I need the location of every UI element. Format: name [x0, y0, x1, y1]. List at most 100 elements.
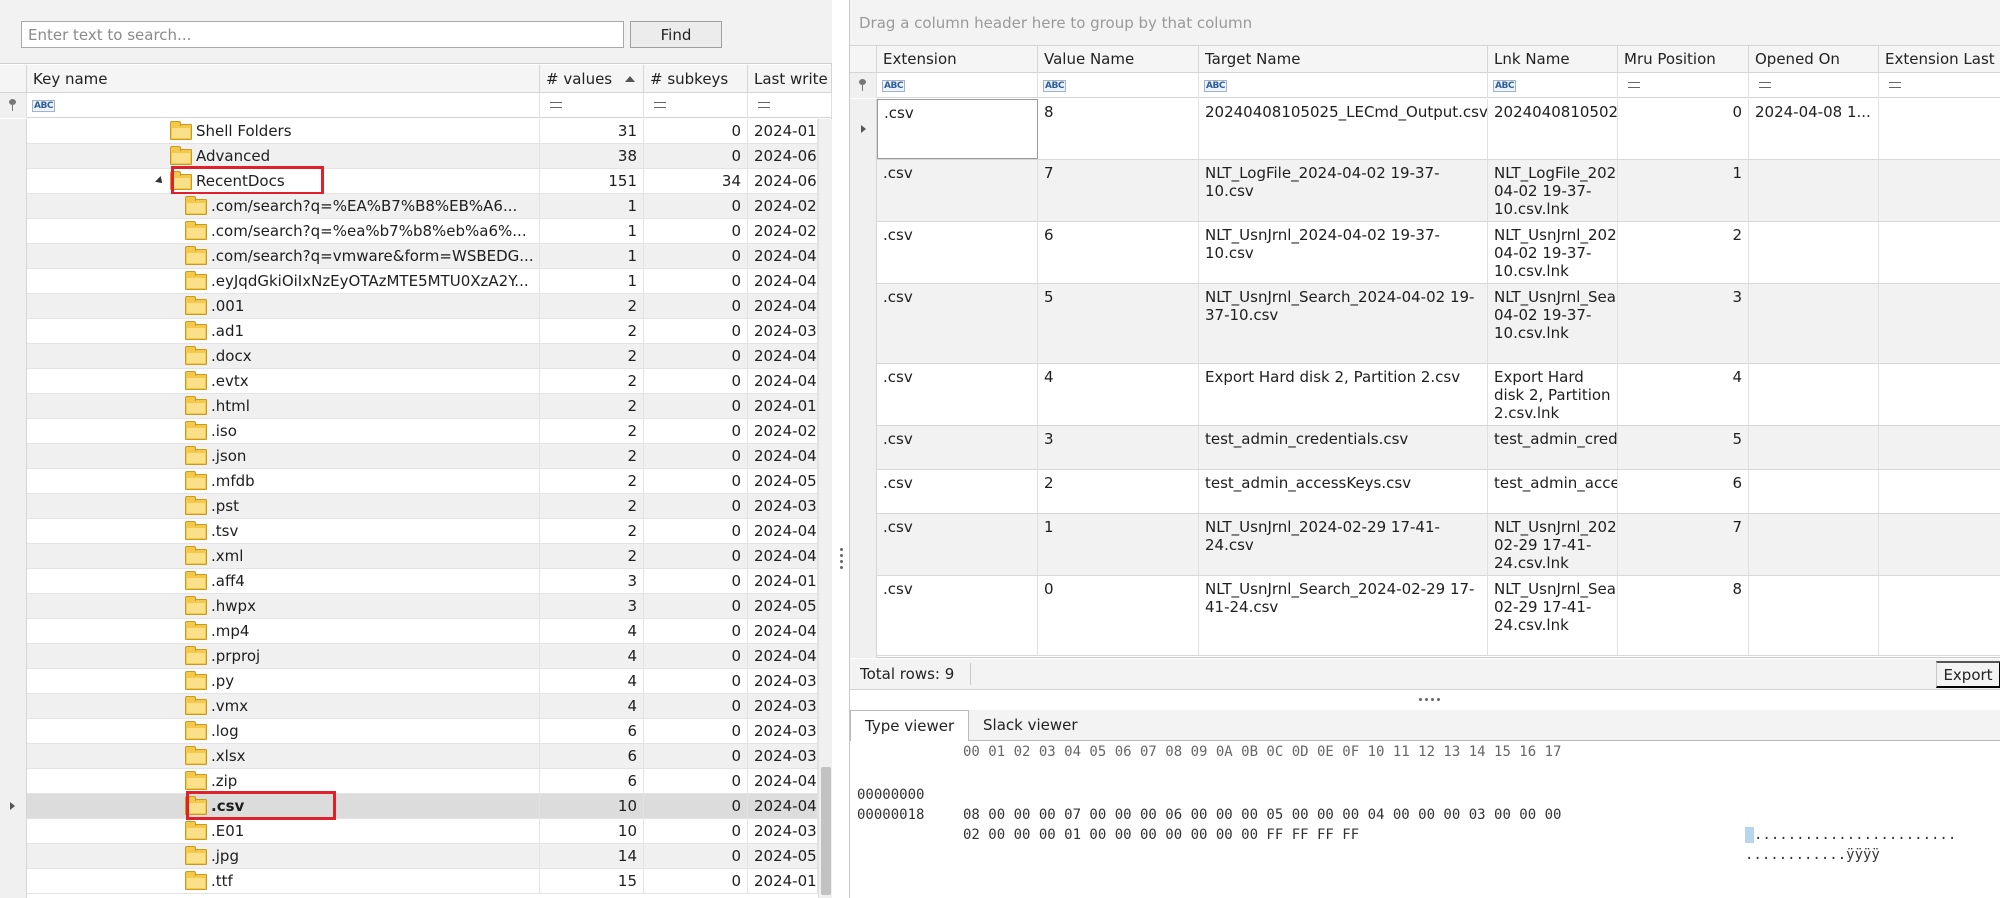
- tree-row[interactable]: RecentDocs 151 34 2024-06: [27, 166, 818, 195]
- group-by-panel[interactable]: Drag a column header here to group by th…: [850, 0, 2000, 46]
- extension-last-opened-cell[interactable]: [1879, 576, 2000, 655]
- key-name-cell[interactable]: .com/search?q=%EA%B7%B8%EB%A6...: [27, 194, 540, 218]
- header-extension-last-opened[interactable]: Extension Last ...: [1879, 46, 2000, 73]
- extension-cell[interactable]: .csv: [877, 99, 1038, 159]
- lnk-name-cell[interactable]: test_admin_accessKeys.csv.lnk: [1488, 470, 1618, 513]
- tree-row[interactable]: .iso 2 0 2024-02: [27, 419, 818, 444]
- tree-row[interactable]: .aff4 3 0 2024-01: [27, 569, 818, 594]
- filter-key-name[interactable]: ABC: [27, 93, 540, 118]
- target-name-cell[interactable]: NLT_UsnJrnl_Search_2024-02-29 17-41-24.c…: [1199, 576, 1488, 655]
- tree-row[interactable]: Advanced 38 0 2024-06: [27, 144, 818, 169]
- extension-last-opened-cell[interactable]: [1879, 470, 2000, 513]
- target-name-cell[interactable]: NLT_LogFile_2024-04-02 19-37-10.csv: [1199, 160, 1488, 221]
- header-mru-position[interactable]: Mru Position: [1618, 46, 1749, 73]
- tree-row[interactable]: .xlsx 6 0 2024-03: [27, 744, 818, 769]
- header-extension[interactable]: Extension: [877, 46, 1038, 73]
- key-name-cell[interactable]: .xml: [27, 544, 540, 568]
- key-name-cell[interactable]: .log: [27, 719, 540, 743]
- filter-target-name[interactable]: ABC: [1199, 73, 1488, 98]
- tree-row[interactable]: .ttf 15 0 2024-01: [27, 869, 818, 894]
- filter-opened-on[interactable]: [1749, 73, 1879, 98]
- hex-ascii[interactable]: ............ÿÿÿÿ: [1745, 845, 1880, 865]
- tree-row[interactable]: .E01 10 0 2024-03: [27, 819, 818, 844]
- filter-subkeys[interactable]: [644, 93, 748, 118]
- extension-cell[interactable]: .csv: [877, 284, 1038, 363]
- grid-row[interactable]: .csv 5 NLT_UsnJrnl_Search_2024-04-02 19-37…: [877, 284, 2000, 364]
- extension-last-opened-cell[interactable]: [1879, 364, 2000, 425]
- header-last-write[interactable]: Last write t: [748, 65, 832, 93]
- extension-last-opened-cell[interactable]: [1879, 514, 2000, 575]
- filter-lnk-name[interactable]: ABC: [1488, 73, 1618, 98]
- mru-position-cell[interactable]: 0: [1618, 99, 1749, 159]
- key-name-cell[interactable]: .com/search?q=vmware&form=WSBEDG...: [27, 244, 540, 268]
- opened-on-cell[interactable]: [1749, 364, 1879, 425]
- target-name-cell[interactable]: test_admin_credentials.csv: [1199, 426, 1488, 469]
- tree-row[interactable]: .com/search?q=%EA%B7%B8%EB%A6... 1 0 2024-0…: [27, 194, 818, 219]
- tree-row[interactable]: .log 6 0 2024-03: [27, 719, 818, 744]
- target-name-cell[interactable]: 20240408105025_LECmd_Output.csv: [1199, 99, 1488, 159]
- grid-row[interactable]: .csv 6 NLT_UsnJrnl_2024-04-02 19-37-10.csv…: [877, 222, 2000, 284]
- key-name-cell[interactable]: .com/search?q=%ea%b7%b8%eb%a6%...: [27, 219, 540, 243]
- lnk-name-cell[interactable]: test_admin_credentials.csv.lnk: [1488, 426, 1618, 469]
- lnk-name-cell[interactable]: NLT_UsnJrnl_2024-04-02 19-37-10.csv.lnk: [1488, 222, 1618, 283]
- key-name-cell[interactable]: .ttf: [27, 869, 540, 893]
- lnk-name-cell[interactable]: 20240408105025_LECmd_Output.csv.lnk: [1488, 99, 1618, 159]
- opened-on-cell[interactable]: [1749, 576, 1879, 655]
- tree-row[interactable]: .html 2 0 2024-01: [27, 394, 818, 419]
- grid-row[interactable]: .csv 2 test_admin_accessKeys.csv test_admin…: [877, 470, 2000, 514]
- mru-position-cell[interactable]: 1: [1618, 160, 1749, 221]
- key-name-cell[interactable]: .iso: [27, 419, 540, 443]
- tree-row[interactable]: Shell Folders 31 0 2024-01: [27, 119, 818, 144]
- target-name-cell[interactable]: NLT_UsnJrnl_2024-04-02 19-37-10.csv: [1199, 222, 1488, 283]
- tree-row[interactable]: .evtx 2 0 2024-04: [27, 369, 818, 394]
- header-lnk-name[interactable]: Lnk Name: [1488, 46, 1618, 73]
- value-name-cell[interactable]: 6: [1038, 222, 1199, 283]
- mru-position-cell[interactable]: 7: [1618, 514, 1749, 575]
- key-name-cell[interactable]: .tsv: [27, 519, 540, 543]
- header-target-name[interactable]: Target Name: [1199, 46, 1488, 73]
- target-name-cell[interactable]: NLT_UsnJrnl_2024-02-29 17-41-24.csv: [1199, 514, 1488, 575]
- tree-row[interactable]: .vmx 4 0 2024-03: [27, 694, 818, 719]
- key-name-cell[interactable]: .docx: [27, 344, 540, 368]
- value-name-cell[interactable]: 0: [1038, 576, 1199, 655]
- tree-row[interactable]: .csv 10 0 2024-04: [27, 791, 818, 820]
- filter-value-name[interactable]: ABC: [1038, 73, 1199, 98]
- key-name-cell[interactable]: .prproj: [27, 644, 540, 668]
- value-name-cell[interactable]: 8: [1038, 99, 1199, 159]
- key-name-cell[interactable]: .ad1: [27, 319, 540, 343]
- key-name-cell[interactable]: .mfdb: [27, 469, 540, 493]
- value-name-cell[interactable]: 4: [1038, 364, 1199, 425]
- extension-cell[interactable]: .csv: [877, 470, 1038, 513]
- filter-extension-last-opened[interactable]: [1879, 73, 2000, 98]
- filter-values[interactable]: [540, 93, 644, 118]
- tree-row[interactable]: .zip 6 0 2024-04: [27, 769, 818, 794]
- tree-row[interactable]: .mp4 4 0 2024-04: [27, 619, 818, 644]
- extension-cell[interactable]: .csv: [877, 364, 1038, 425]
- mru-position-cell[interactable]: 4: [1618, 364, 1749, 425]
- grid-row[interactable]: .csv 0 NLT_UsnJrnl_Search_2024-02-29 17-41…: [877, 576, 2000, 656]
- mru-position-cell[interactable]: 3: [1618, 284, 1749, 363]
- tree-row[interactable]: .001 2 0 2024-04: [27, 294, 818, 319]
- key-name-cell[interactable]: .eyJqdGkiOiIxNzEyOTAzMTE5MTU0XzA2Y...: [27, 269, 540, 293]
- key-name-cell[interactable]: .evtx: [27, 369, 540, 393]
- tree-row[interactable]: .pst 2 0 2024-03: [27, 494, 818, 519]
- key-name-cell[interactable]: .pst: [27, 494, 540, 518]
- opened-on-cell[interactable]: [1749, 514, 1879, 575]
- header-subkeys[interactable]: # subkeys: [644, 65, 748, 93]
- opened-on-cell[interactable]: [1749, 222, 1879, 283]
- lnk-name-cell[interactable]: NLT_UsnJrnl_Search_2024-02-29 17-41-24.c…: [1488, 576, 1618, 655]
- value-name-cell[interactable]: 3: [1038, 426, 1199, 469]
- value-name-cell[interactable]: 5: [1038, 284, 1199, 363]
- tree-row[interactable]: .hwpx 3 0 2024-05: [27, 594, 818, 619]
- value-name-cell[interactable]: 1: [1038, 514, 1199, 575]
- target-name-cell[interactable]: NLT_UsnJrnl_Search_2024-04-02 19-37-10.c…: [1199, 284, 1488, 363]
- key-name-cell[interactable]: .json: [27, 444, 540, 468]
- key-name-cell[interactable]: Shell Folders: [27, 119, 540, 143]
- key-name-cell[interactable]: .mp4: [27, 619, 540, 643]
- tree-row[interactable]: .py 4 0 2024-03: [27, 669, 818, 694]
- filter-last-write[interactable]: [748, 93, 832, 118]
- tree-row[interactable]: .eyJqdGkiOiIxNzEyOTAzMTE5MTU0XzA2Y... 1 0 2…: [27, 269, 818, 294]
- target-name-cell[interactable]: Export Hard disk 2, Partition 2.csv: [1199, 364, 1488, 425]
- opened-on-cell[interactable]: [1749, 470, 1879, 513]
- filter-mru-position[interactable]: [1618, 73, 1749, 98]
